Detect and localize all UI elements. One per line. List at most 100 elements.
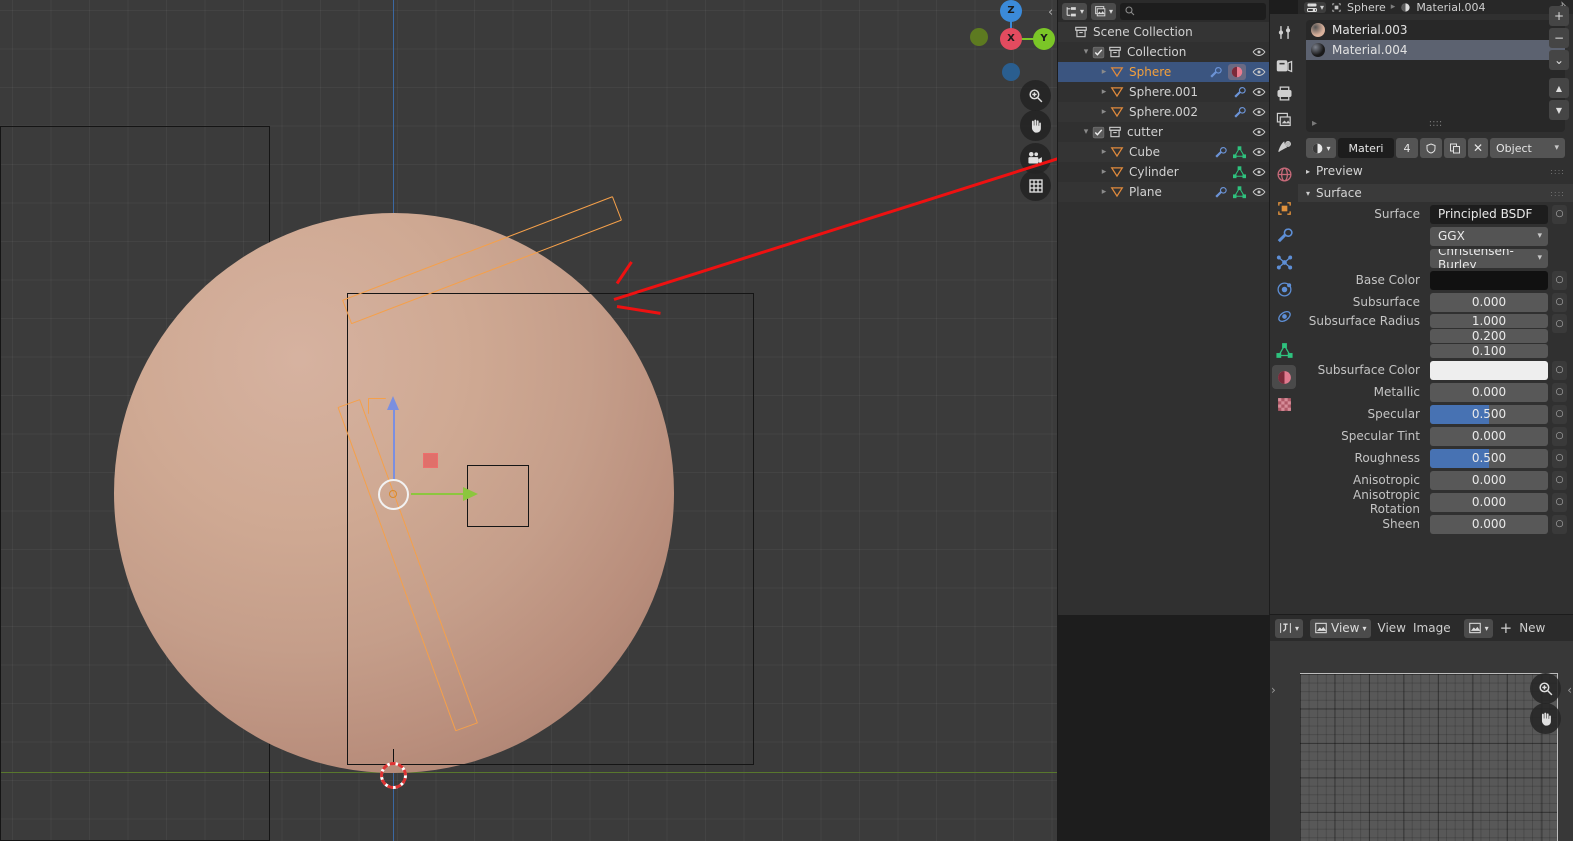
outliner-row-icons[interactable] [1233, 106, 1266, 119]
image-datablock-browse-button[interactable]: ▾ [1463, 618, 1493, 638]
slider-sheen[interactable]: 0.000 [1430, 514, 1548, 534]
outliner-row-icons[interactable] [1233, 86, 1266, 99]
material-name-field[interactable]: Materi [1338, 138, 1394, 158]
slider-subsurface[interactable]: 0.000 [1430, 292, 1548, 312]
material-users-count[interactable]: 4 [1396, 138, 1418, 158]
properties-tab-render[interactable] [1272, 54, 1296, 78]
material-icon-slot[interactable] [1228, 64, 1246, 80]
material-slot-row[interactable]: Material.003 [1306, 20, 1565, 40]
properties-tab-scene[interactable] [1272, 135, 1296, 159]
vector-component-0[interactable]: 1.000 [1430, 314, 1548, 328]
outliner-row-icons[interactable] [1214, 145, 1266, 159]
node-socket-button[interactable]: ○ [1552, 314, 1567, 333]
property-value-christensen-burley[interactable]: Christensen-Burley ▾ [1430, 248, 1548, 268]
material-slot-list[interactable]: Material.003 Material.004 ▸ :::: [1306, 20, 1565, 132]
viewport-sidebar-collapse-icon[interactable]: ‹ [1048, 5, 1053, 20]
collection-checkbox[interactable] [1092, 46, 1105, 59]
properties-tab-view-layer[interactable] [1272, 108, 1296, 132]
navigation-gizmo[interactable]: Z X Y [963, 0, 1055, 84]
expand-toggle[interactable]: ▸ [1098, 167, 1110, 177]
gizmo-ball-neg-y[interactable] [970, 28, 988, 46]
node-socket-button[interactable]: ○ [1552, 514, 1567, 534]
outliner-row-sphere[interactable]: ▸ Sphere [1058, 62, 1270, 82]
zoom-view-button[interactable] [1020, 80, 1051, 111]
outliner-row-sphere-001[interactable]: ▸ Sphere.001 [1058, 82, 1270, 102]
sidebar-expand-right-icon[interactable]: ‹ [1567, 683, 1572, 697]
image-editor-view-mode-button[interactable]: View ▾ [1310, 618, 1371, 638]
properties-tab-data[interactable] [1272, 338, 1296, 362]
vector-component-2[interactable]: 0.100 [1430, 344, 1548, 358]
expand-toggle[interactable]: ▸ [1098, 67, 1110, 77]
properties-tab-particles[interactable] [1272, 250, 1296, 274]
gizmo-axis-y-line[interactable] [411, 493, 471, 495]
toggle-orthographic-button[interactable] [1020, 170, 1051, 201]
outliner-row-cutter[interactable]: ▾ cutter [1058, 122, 1270, 142]
properties-tab-constraints[interactable] [1272, 304, 1296, 328]
expand-toggle[interactable]: ▸ [1098, 87, 1110, 97]
gizmo-axis-y-arrow[interactable] [463, 487, 478, 501]
material-icon[interactable] [1230, 65, 1244, 79]
move-slot-up-button[interactable]: ▲ [1549, 78, 1569, 98]
node-socket-button[interactable]: ○ [1552, 382, 1567, 402]
image-canvas-grid[interactable] [1300, 673, 1558, 841]
3d-cursor[interactable] [375, 749, 412, 794]
move-slot-down-button[interactable]: ▼ [1549, 100, 1569, 120]
material-id-block[interactable]: ▾ Materi 4 ✕ Object ▾ [1306, 138, 1565, 158]
modifier-icon[interactable] [1209, 66, 1222, 79]
remove-material-slot-button[interactable]: − [1549, 28, 1569, 48]
divider-viewport-right[interactable] [1057, 0, 1058, 841]
expand-toggle[interactable]: ▾ [1080, 127, 1092, 137]
property-value-surface[interactable]: Principled BSDF [1430, 204, 1548, 224]
node-socket-button[interactable]: ○ [1552, 404, 1567, 424]
add-material-slot-button[interactable]: + [1549, 6, 1569, 26]
panel-header-preview[interactable]: ▸ Preview :::: [1298, 162, 1573, 180]
properties-tab-output[interactable] [1272, 81, 1296, 105]
fake-user-button[interactable] [1420, 138, 1442, 158]
pan-view-button[interactable] [1020, 110, 1051, 141]
outliner-display-mode-button[interactable]: ▾ [1062, 2, 1088, 20]
node-socket-button[interactable]: ○ [1552, 270, 1567, 290]
modifier-icon[interactable] [1214, 186, 1227, 199]
material-link-mode-dropdown[interactable]: Object ▾ [1490, 138, 1565, 158]
new-image-button[interactable]: New [1519, 621, 1545, 635]
material-slot-row[interactable]: Material.004 [1306, 40, 1565, 60]
surface-properties-list[interactable]: Surface Principled BSDF ○ GGX ▾ Christensen-B… [1298, 204, 1573, 534]
breadcrumb-material[interactable]: Material.004 [1416, 1, 1485, 14]
properties-tab-physics[interactable] [1272, 277, 1296, 301]
mesh-data-icon[interactable] [1233, 185, 1246, 199]
sidebar-expand-left-icon[interactable]: › [1271, 683, 1276, 697]
divider-properties-bottom[interactable] [1270, 614, 1573, 615]
properties-tab-texture[interactable] [1272, 392, 1296, 416]
modifier-icon[interactable] [1233, 106, 1246, 119]
outliner-editor[interactable]: ▾ ▾ Scene Collection ▾ Collection ▸ Sphe… [1058, 0, 1270, 615]
add-image-button[interactable]: + [1500, 619, 1513, 637]
properties-tab-material[interactable] [1272, 365, 1296, 389]
panel-header-surface[interactable]: ▾ Surface :::: [1298, 184, 1573, 202]
slider-specular-tint[interactable]: 0.000 [1430, 426, 1548, 446]
checkbox-icon[interactable] [1092, 46, 1105, 59]
slider-anisotropic-rotation[interactable]: 0.000 [1430, 492, 1548, 512]
node-socket-button[interactable]: ○ [1552, 470, 1567, 490]
properties-tab-world[interactable] [1272, 162, 1296, 186]
color-swatch-subsurface-color[interactable] [1430, 360, 1548, 380]
outliner-row-icons[interactable] [1252, 46, 1266, 58]
outliner-row-cylinder[interactable]: ▸ Cylinder [1058, 162, 1270, 182]
property-value-ggx[interactable]: GGX ▾ [1430, 226, 1548, 246]
expand-toggle[interactable]: ▸ [1098, 147, 1110, 157]
gizmo-ball-neg-z[interactable] [1002, 63, 1020, 81]
vector-field-subsurface-radius[interactable]: 1.000 0.200 0.100 [1430, 314, 1548, 358]
outliner-row-collection[interactable]: ▾ Collection [1058, 42, 1270, 62]
divider-outliner-right[interactable] [1269, 0, 1270, 615]
breadcrumb-object[interactable]: Sphere [1347, 1, 1386, 14]
outliner-search-input[interactable] [1120, 2, 1266, 20]
outliner-row-cube[interactable]: ▸ Cube [1058, 142, 1270, 162]
node-socket-button[interactable]: ○ [1552, 360, 1567, 380]
eye-icon[interactable] [1252, 126, 1266, 138]
color-swatch-base-color[interactable] [1430, 270, 1548, 290]
expand-filter-icon[interactable]: ▸ [1312, 118, 1317, 129]
unlink-material-button[interactable]: ✕ [1468, 138, 1488, 158]
gizmo-axis-z-line[interactable] [393, 403, 395, 481]
gizmo-axis-z-arrow[interactable] [387, 396, 399, 410]
modifier-icon[interactable] [1214, 146, 1227, 159]
expand-toggle[interactable]: ▸ [1098, 187, 1110, 197]
